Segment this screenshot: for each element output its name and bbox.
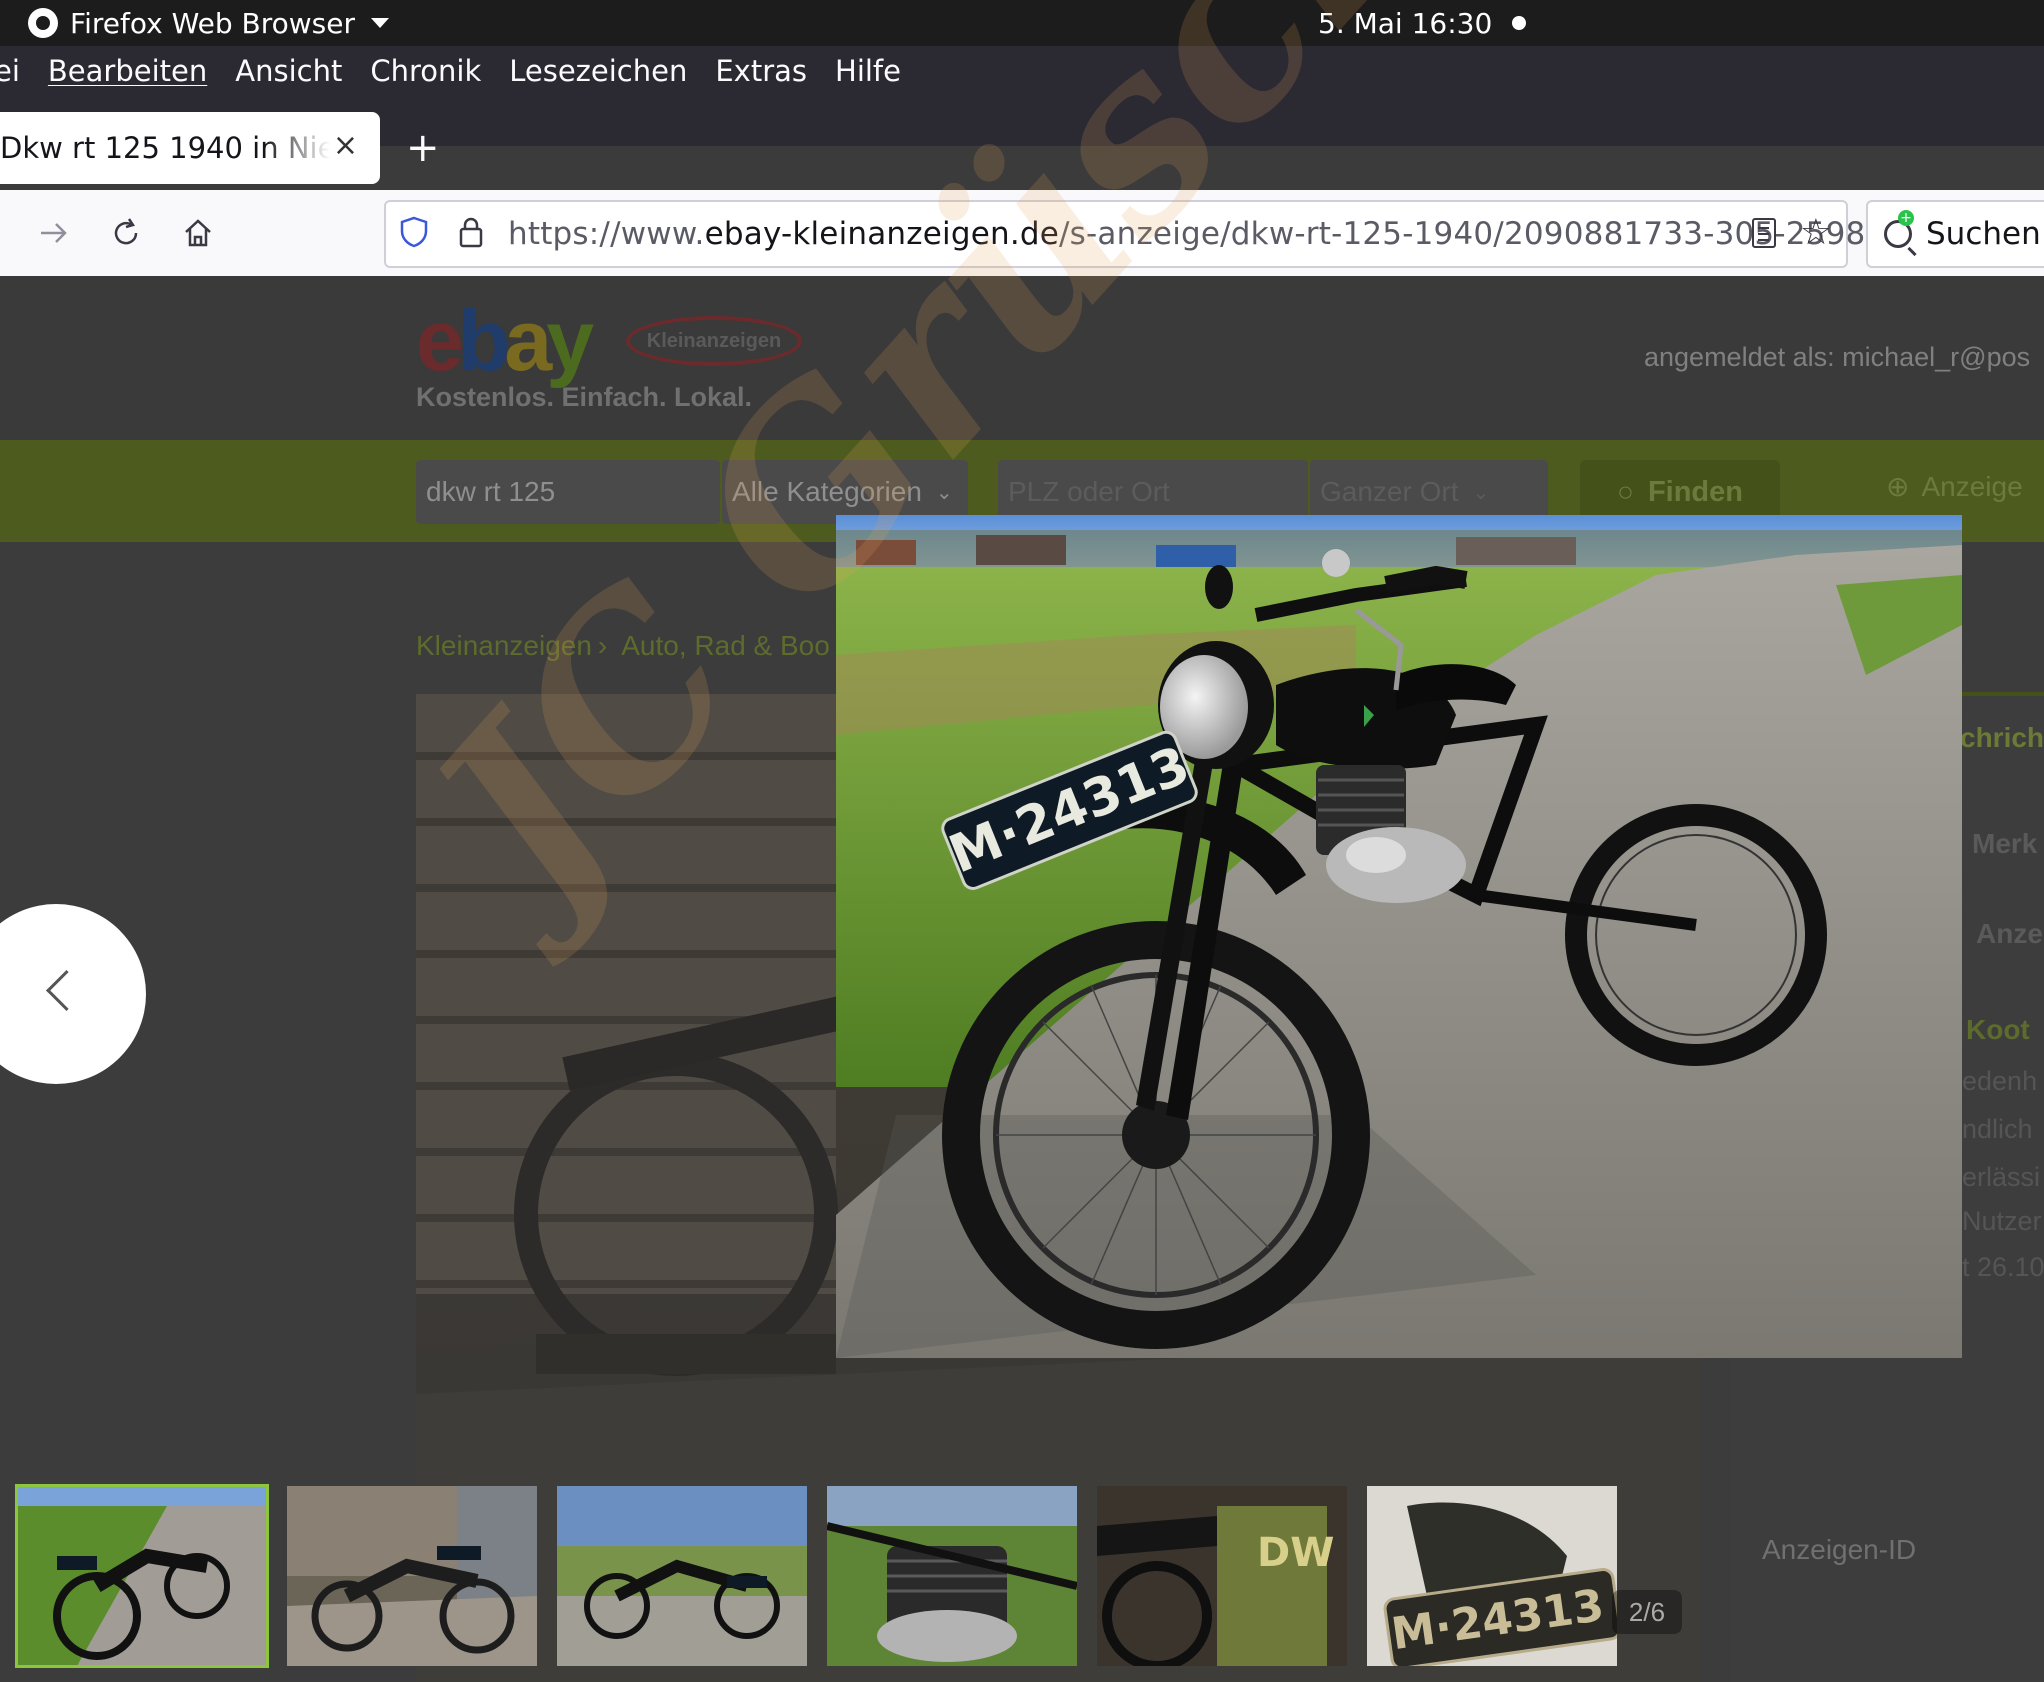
gallery-main-photo[interactable]: M·24313	[836, 515, 1962, 1358]
thumbnail-image	[557, 1486, 807, 1666]
tracking-shield-icon[interactable]	[400, 216, 428, 248]
menu-view[interactable]: Ansicht	[235, 54, 342, 88]
new-tab-button[interactable]: +	[406, 124, 440, 172]
gallery-thumbnail-1[interactable]	[15, 1484, 269, 1668]
seller-info-line: erlässi	[1962, 1162, 2041, 1192]
gallery-thumbnail-3[interactable]	[557, 1486, 807, 1666]
seller-info-line: t 26.10	[1962, 1252, 2044, 1282]
browser-tab[interactable]: Dkw rt 125 1940 in Niede ×	[0, 112, 380, 184]
menu-bookmarks[interactable]: Lesezeichen	[509, 54, 687, 88]
post-ad-label: Anzeige	[1921, 471, 2023, 502]
gallery-thumbnail-4[interactable]	[827, 1486, 1077, 1666]
app-menu[interactable]: Firefox Web Browser	[28, 0, 389, 46]
search-button[interactable]: + Suchen	[1866, 200, 2044, 268]
ad-id-label: Anzeigen-ID	[1762, 1534, 1917, 1565]
os-top-bar: Firefox Web Browser 5. Mai 16:30	[0, 0, 2044, 46]
add-ad-icon: ⊕	[1886, 471, 1910, 502]
menu-file[interactable]: ei	[0, 54, 20, 88]
dropdown-caret-icon	[370, 18, 389, 28]
reload-icon	[114, 218, 138, 245]
seller-name[interactable]: Koot	[1966, 1014, 2030, 1046]
notification-dot-icon	[1512, 16, 1526, 30]
message-button[interactable]: chrich	[1960, 722, 2044, 754]
close-tab-icon[interactable]: ×	[333, 128, 358, 163]
lock-icon[interactable]	[458, 216, 484, 248]
forward-button[interactable]	[24, 190, 84, 276]
chevron-down-icon: ⌄	[1472, 481, 1490, 504]
reader-view-icon[interactable]	[1752, 218, 1776, 248]
menu-history[interactable]: Chronik	[370, 54, 481, 88]
seller-info-line: edenh	[1962, 1066, 2038, 1096]
menu-help[interactable]: Hilfe	[835, 54, 901, 88]
menu-edit[interactable]: Bearbeiten	[48, 54, 207, 88]
add-search-engine-icon: +	[1898, 210, 1914, 226]
search-label: Suchen	[1926, 216, 2041, 252]
tab-title: Dkw rt 125 1940 in Niede	[0, 131, 330, 165]
thumbnail-image	[827, 1486, 1077, 1666]
gallery-thumbnail-5[interactable]: DW	[1097, 1486, 1347, 1666]
search-icon: ○	[1617, 476, 1634, 507]
thumbnail-image	[17, 1486, 267, 1666]
gallery-counter: 2/6	[1612, 1590, 1682, 1634]
motorcycle-photo: M·24313	[836, 515, 1962, 1358]
forward-arrow-icon	[41, 223, 67, 243]
thumbnail-image	[287, 1486, 537, 1666]
gallery-thumbnail-6[interactable]: M·24313	[1367, 1486, 1617, 1666]
bookmark-star-icon[interactable]: ☆	[1800, 212, 1832, 253]
reload-button[interactable]	[96, 190, 156, 276]
firefox-icon	[28, 8, 58, 38]
post-ad-link[interactable]: ⊕ Anzeige	[1886, 470, 2023, 503]
menu-tools[interactable]: Extras	[715, 54, 807, 88]
gallery-thumbnail-2[interactable]	[287, 1486, 537, 1666]
seller-info-line: ndlich	[1962, 1114, 2033, 1144]
svg-text:DW: DW	[1257, 1530, 1334, 1576]
logged-in-user[interactable]: angemeldet als: michael_r@pos	[1644, 342, 2030, 373]
ebay-logo[interactable]: ebay	[416, 292, 594, 391]
radius-label: Ganzer Ort	[1320, 476, 1459, 507]
thumbnail-image: M·24313	[1367, 1486, 1617, 1666]
app-name: Firefox Web Browser	[70, 6, 355, 40]
chevron-left-icon	[45, 969, 88, 1012]
seller-info-line: Nutzer	[1962, 1206, 2042, 1236]
report-ad-link[interactable]: Anze	[1976, 918, 2043, 950]
watchlist-button[interactable]: Merk	[1972, 828, 2037, 860]
find-label: Finden	[1647, 475, 1743, 508]
thumbnail-image: DW	[1097, 1486, 1347, 1666]
home-icon	[185, 219, 211, 247]
home-button[interactable]	[168, 190, 228, 276]
